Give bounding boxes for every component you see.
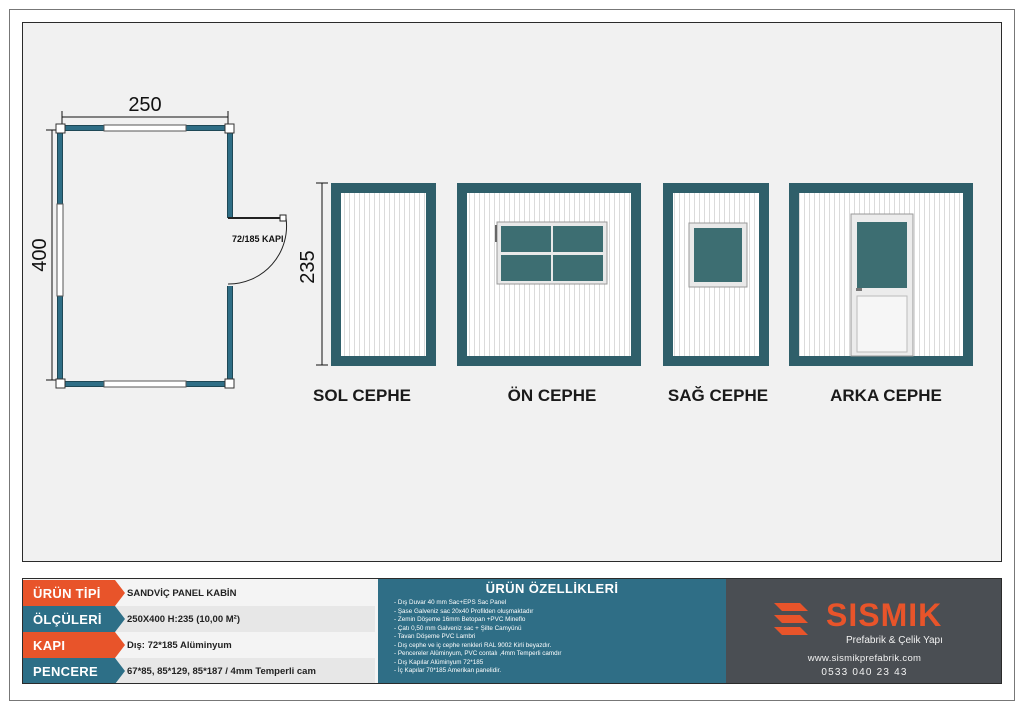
info-row-product-type: ÜRÜN TİPİ SANDVİÇ PANEL KABİN <box>23 580 375 606</box>
height-dimension-label: 235 <box>297 250 319 283</box>
info-tag: ÜRÜN TİPİ <box>23 580 125 606</box>
spec-item: - Çatı 0,50 mm Galveniz sac + Şilte Camy… <box>394 624 522 632</box>
elevation-front-label: ÖN CEPHE <box>507 386 597 405</box>
height-dimension: 235 <box>297 182 328 366</box>
brand-tagline: Prefabrik & Çelik Yapı <box>846 635 943 646</box>
plan-and-elevations-svg: 250 400 72/185 KAPI 235 <box>29 94 973 389</box>
elevation-right-label: SAĞ CEPHE <box>667 386 769 405</box>
brand-logo-icon <box>774 603 808 635</box>
brand-phone: 0533 040 23 43 <box>821 667 908 678</box>
info-row-window: PENCERE 67*85, 85*129, 85*187 / 4mm Temp… <box>23 658 375 683</box>
depth-dimension-label: 400 <box>29 238 51 271</box>
spec-item: - Zemin Döşeme 16mm Betopan +PVC Mineflo <box>394 616 526 623</box>
info-row-door: KAPI Dış: 72*185 Alüminyum <box>23 632 375 658</box>
info-value: SANDVİÇ PANEL KABİN <box>127 587 237 599</box>
width-dimension-label: 250 <box>128 94 161 116</box>
info-value: Dış: 72*185 Alüminyum <box>127 639 232 651</box>
spec-item: - Dış Duvar 40 mm Sac+EPS Sac Panel <box>394 599 507 606</box>
info-value: 250X400 H:235 (10,00 M²) <box>127 613 241 625</box>
specs-list: - Dış Duvar 40 mm Sac+EPS Sac Panel - Şa… <box>394 599 562 676</box>
brand-name: SISMIK <box>826 597 943 633</box>
title-block: ÜRÜN TİPİ SANDVİÇ PANEL KABİN ÖLÇÜLERİ 2… <box>22 578 1002 684</box>
elevation-back <box>789 183 973 366</box>
plan-window-left <box>56 203 64 297</box>
elevation-right <box>663 183 769 366</box>
plan-door-label: 72/185 KAPI <box>232 234 284 244</box>
info-tag: ÖLÇÜLERİ <box>23 606 125 632</box>
info-tag: KAPI <box>23 632 125 658</box>
elevation-left <box>331 183 436 366</box>
brand-panel: SISMIK Prefabrik & Çelik Yapı www.sismik… <box>726 579 1001 683</box>
elevation-front <box>457 183 641 366</box>
plan-window-top <box>103 124 187 132</box>
spec-item: - Dış cephe ve iç cephe renkleri RAL 900… <box>394 641 552 649</box>
plan-door-swing <box>227 217 288 285</box>
info-value: 67*85, 85*129, 85*187 / 4mm Temperli cam <box>127 665 316 677</box>
spec-item: - Tavan Döşeme PVC Lambri <box>394 633 476 640</box>
brand-website: www.sismikprefabrik.com <box>807 653 922 664</box>
plan-walls <box>57 125 233 387</box>
spec-item: - Pencereler Alüminyum, PVC contalı ,4mm… <box>394 650 562 657</box>
elevation-back-label: ARKA CEPHE <box>830 386 942 405</box>
floor-plan: 250 400 72/185 KAPI <box>29 94 288 389</box>
info-tag: PENCERE <box>23 658 125 683</box>
spec-item: - Şase Galveniz sac 20x40 Profilden oluş… <box>394 607 534 615</box>
plan-window-bottom <box>103 380 187 388</box>
product-specs-panel: ÜRÜN ÖZELLİKLERİ - Dış Duvar 40 mm Sac+E… <box>378 579 726 683</box>
info-row-dimensions: ÖLÇÜLERİ 250X400 H:235 (10,00 M²) <box>23 606 375 632</box>
drawing-sheet: 250 400 72/185 KAPI 235 SOL CEPHE ÖN CEP… <box>0 0 1024 710</box>
elevation-left-label: SOL CEPHE <box>313 386 411 405</box>
spec-item: - İç Kapılar 70*185 Amerikan panelidir. <box>394 667 502 674</box>
specs-title: ÜRÜN ÖZELLİKLERİ <box>485 581 619 596</box>
spec-item: - Dış Kapılar Alüminyum 72*185 <box>394 658 484 666</box>
